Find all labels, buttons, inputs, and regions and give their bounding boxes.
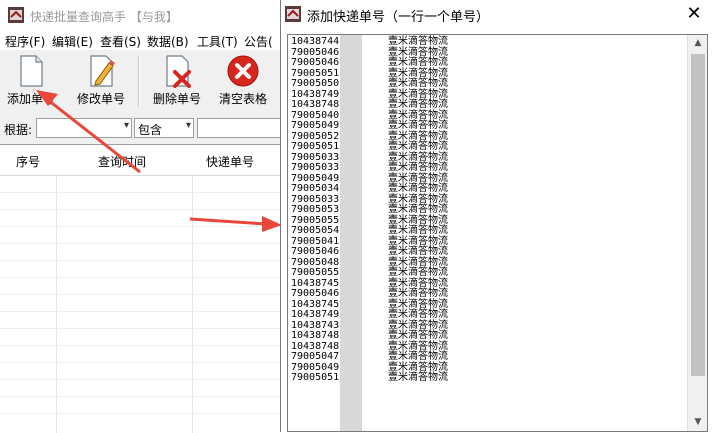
carrier-name: 壹米滴答物流: [388, 288, 448, 299]
add-tracking-dialog: 添加快递单号（一行一个单号） ✕ 10438744 壹米滴答物流 79005046 壹…: [280, 0, 712, 432]
tracking-numbers-textarea[interactable]: 10438744 壹米滴答物流 79005046 壹米滴答物流 79005046 壹米滴答…: [287, 34, 708, 432]
app-icon: [285, 6, 301, 22]
redacted-strip: [340, 35, 362, 431]
carrier-name: 壹米滴答物流: [388, 372, 448, 383]
carrier-name: 壹米滴答物流: [388, 120, 448, 131]
carrier-name: 壹米滴答物流: [388, 141, 448, 152]
dialog-title: 添加快递单号（一行一个单号）: [307, 10, 490, 25]
scroll-up-icon[interactable]: ▲: [688, 35, 707, 52]
carrier-name: 壹米滴答物流: [388, 309, 448, 320]
red-annotation-arrow: [189, 216, 282, 232]
carrier-name: 壹米滴答物流: [388, 162, 448, 173]
carrier-name: 壹米滴答物流: [388, 36, 448, 47]
red-annotation-arrow: [36, 90, 141, 174]
scroll-down-icon[interactable]: ▼: [688, 414, 707, 431]
carrier-name: 壹米滴答物流: [388, 204, 448, 215]
carrier-name: 壹米滴答物流: [388, 225, 448, 236]
carrier-name: 壹米滴答物流: [388, 78, 448, 89]
close-icon[interactable]: ✕: [679, 2, 709, 26]
scrollbar-thumb[interactable]: [691, 54, 705, 376]
carrier-name: 壹米滴答物流: [388, 330, 448, 341]
carrier-name: 壹米滴答物流: [388, 99, 448, 110]
vertical-scrollbar[interactable]: ▲ ▼: [687, 35, 707, 431]
carrier-name: 壹米滴答物流: [388, 246, 448, 257]
carrier-name: 壹米滴答物流: [388, 183, 448, 194]
dialog-title-bar: 添加快递单号（一行一个单号） ✕: [281, 0, 712, 30]
carrier-name: 壹米滴答物流: [388, 267, 448, 278]
carrier-name: 壹米滴答物流: [388, 57, 448, 68]
carrier-name: 壹米滴答物流: [388, 351, 448, 362]
